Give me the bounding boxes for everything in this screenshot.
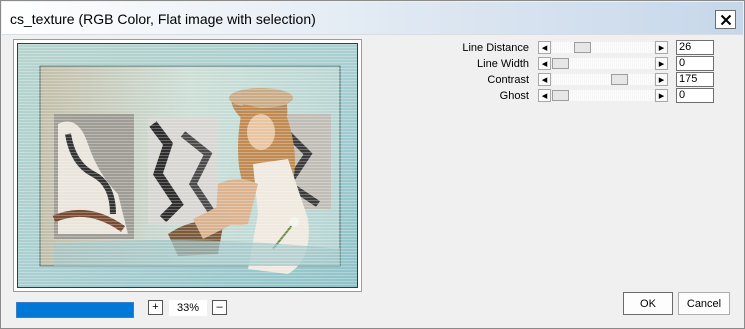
zoom-out-button[interactable]: –	[212, 300, 227, 315]
slider-thumb[interactable]	[552, 58, 569, 69]
scroll-right-button[interactable]: ▸	[655, 89, 668, 102]
arrow-right-icon: ▸	[658, 42, 665, 54]
ok-button[interactable]: OK	[623, 292, 673, 315]
slider-track[interactable]	[552, 74, 654, 85]
line-distance-input[interactable]: 26	[676, 40, 714, 55]
scroll-right-button[interactable]: ▸	[655, 41, 668, 54]
arrow-left-icon: ◂	[541, 90, 548, 102]
arrow-right-icon: ▸	[658, 74, 665, 86]
scroll-right-button[interactable]: ▸	[655, 73, 668, 86]
param-row-ghost: Ghost ◂ ▸ 0	[1, 88, 745, 103]
scroll-left-button[interactable]: ◂	[538, 57, 551, 70]
slider-track[interactable]	[552, 42, 654, 53]
zoom-in-button[interactable]: +	[148, 300, 163, 315]
arrow-left-icon: ◂	[541, 42, 548, 54]
cancel-button[interactable]: Cancel	[678, 292, 730, 315]
close-icon	[720, 14, 731, 25]
scroll-left-button[interactable]: ◂	[538, 73, 551, 86]
title-bar[interactable]: cs_texture (RGB Color, Flat image with s…	[2, 2, 743, 35]
arrow-left-icon: ◂	[541, 58, 548, 70]
param-row-contrast: Contrast ◂ ▸ 175	[1, 72, 745, 87]
arrow-right-icon: ▸	[658, 58, 665, 70]
ghost-input[interactable]: 0	[676, 88, 714, 103]
arrow-right-icon: ▸	[658, 90, 665, 102]
slider-track[interactable]	[552, 90, 654, 101]
param-row-line-distance: Line Distance ◂ ▸ 26	[1, 40, 745, 55]
zoom-level: 33%	[169, 300, 207, 316]
slider-thumb[interactable]	[574, 42, 591, 53]
arrow-left-icon: ◂	[541, 74, 548, 86]
param-label: Line Width	[477, 58, 529, 70]
close-button[interactable]	[715, 10, 736, 29]
line-width-input[interactable]: 0	[676, 56, 714, 71]
slider-thumb[interactable]	[611, 74, 628, 85]
param-label: Ghost	[499, 90, 529, 102]
scroll-left-button[interactable]: ◂	[538, 41, 551, 54]
window-title: cs_texture (RGB Color, Flat image with s…	[10, 11, 316, 27]
param-row-line-width: Line Width ◂ ▸ 0	[1, 56, 745, 71]
param-label: Contrast	[487, 74, 529, 86]
slider-track[interactable]	[552, 58, 654, 69]
dialog-window: cs_texture (RGB Color, Flat image with s…	[0, 0, 745, 329]
scroll-right-button[interactable]: ▸	[655, 57, 668, 70]
scroll-left-button[interactable]: ◂	[538, 89, 551, 102]
contrast-input[interactable]: 175	[676, 72, 714, 87]
progress-bar	[16, 302, 134, 318]
param-label: Line Distance	[462, 42, 529, 54]
slider-thumb[interactable]	[552, 90, 569, 101]
